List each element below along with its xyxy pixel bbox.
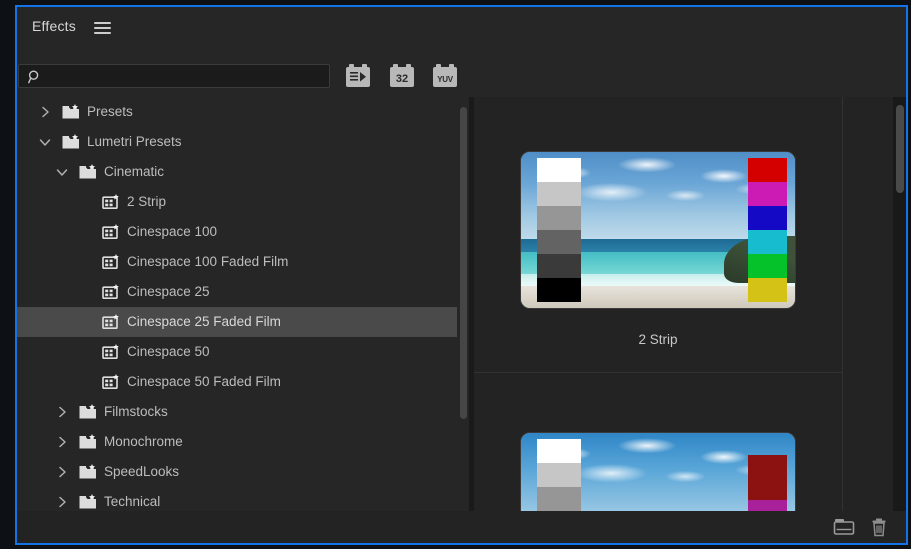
preset-folder-icon	[79, 464, 96, 479]
tree-row-cinespace-25-faded-film[interactable]: Cinespace 25 Faded Film	[17, 307, 457, 337]
preset-item-icon	[102, 374, 119, 390]
filter-label-32: 32	[395, 73, 409, 85]
32bit-color-filter[interactable]: 32	[390, 64, 414, 87]
effects-tree-list: Presets Lumetri Presets Cinematic 2 Strip Ci…	[17, 97, 457, 517]
preset-item-icon	[102, 344, 119, 360]
preset-thumbnail[interactable]	[521, 152, 795, 308]
tree-row-cinespace-25[interactable]: Cinespace 25	[17, 277, 457, 307]
tree-row-label: Cinespace 50 Faded Film	[127, 374, 281, 389]
color-swatch	[748, 158, 787, 183]
effects-tree-pane: Presets Lumetri Presets Cinematic 2 Strip Ci…	[17, 97, 469, 543]
folder-icon	[833, 519, 855, 535]
tree-row-cinematic[interactable]: Cinematic	[17, 157, 457, 187]
preset-folder-icon	[79, 494, 96, 509]
tree-row-label: Cinematic	[104, 164, 165, 179]
gray-swatch	[537, 439, 582, 464]
tree-row-label: Cinespace 25	[127, 284, 210, 299]
tree-row-cinespace-50-faded-film[interactable]: Cinespace 50 Faded Film	[17, 367, 457, 397]
tree-row-cinespace-100[interactable]: Cinespace 100	[17, 217, 457, 247]
tree-row-label: Filmstocks	[104, 404, 168, 419]
preset-folder-icon	[79, 434, 96, 449]
color-swatch	[748, 454, 787, 500]
tree-scrollbar-thumb[interactable]	[460, 107, 467, 419]
preset-item-icon	[102, 194, 119, 210]
filter-label-yuv: YUV	[437, 75, 453, 84]
tree-scrollbar[interactable]	[457, 97, 469, 543]
yuv-color-icon: YUV	[433, 67, 457, 87]
tree-row-label: Cinespace 50	[127, 344, 210, 359]
accelerated-effects-filter[interactable]	[346, 64, 370, 87]
preset-item-icon	[102, 224, 119, 240]
tree-row-cinespace-50[interactable]: Cinespace 50	[17, 337, 457, 367]
color-swatch	[748, 253, 787, 278]
chevron-down-icon[interactable]	[56, 166, 68, 178]
tree-row-speedlooks[interactable]: SpeedLooks	[17, 457, 457, 487]
chevron-down-icon[interactable]	[39, 136, 51, 148]
tree-row-monochrome[interactable]: Monochrome	[17, 427, 457, 457]
effects-panel: Effects 32 YUV Presets Lumetri Presets C…	[15, 5, 908, 545]
tree-row-2-strip[interactable]: 2 Strip	[17, 187, 457, 217]
color-bars-overlay	[748, 158, 787, 302]
tree-row-label: Cinespace 25 Faded Film	[127, 314, 281, 329]
new-custom-bin-button[interactable]	[833, 517, 855, 537]
yuv-filter[interactable]: YUV	[433, 64, 457, 87]
tree-row-label: Cinespace 100 Faded Film	[127, 254, 289, 269]
grayscale-ramp-overlay	[537, 158, 582, 302]
preset-preview-item[interactable]: 2 Strip	[474, 97, 842, 373]
search-row: 32 YUV	[17, 51, 906, 97]
panel-body: Presets Lumetri Presets Cinematic 2 Strip Ci…	[17, 97, 906, 543]
preview-column-divider	[842, 97, 843, 543]
chevron-right-icon[interactable]	[39, 106, 51, 118]
color-swatch	[748, 206, 787, 230]
gray-swatch	[537, 182, 582, 207]
panel-header: Effects	[17, 7, 906, 51]
chevron-right-icon[interactable]	[56, 496, 68, 508]
chevron-right-icon[interactable]	[56, 466, 68, 478]
tree-row-label: Cinespace 100	[127, 224, 218, 239]
preset-folder-icon	[79, 164, 96, 179]
chevron-right-icon[interactable]	[56, 406, 68, 418]
preview-scrollbar-thumb[interactable]	[896, 105, 904, 193]
preset-item-icon	[102, 314, 119, 330]
trash-icon	[872, 518, 886, 537]
preset-folder-icon	[62, 104, 79, 119]
tree-row-label: Presets	[87, 104, 133, 119]
delete-button[interactable]	[868, 517, 890, 537]
gray-swatch	[537, 277, 582, 302]
tree-row-label: 2 Strip	[127, 194, 167, 209]
search-input[interactable]	[47, 65, 322, 87]
tree-row-label: Lumetri Presets	[87, 134, 182, 149]
tree-row-cinespace-100-faded-film[interactable]: Cinespace 100 Faded Film	[17, 247, 457, 277]
gray-swatch	[537, 253, 582, 278]
tab-effects[interactable]: Effects	[32, 18, 76, 34]
chevron-right-icon[interactable]	[56, 436, 68, 448]
gray-swatch	[537, 206, 582, 230]
preset-folder-icon	[79, 404, 96, 419]
preview-scrollbar[interactable]	[893, 97, 906, 543]
preset-item-icon	[102, 284, 119, 300]
tree-row-presets[interactable]: Presets	[17, 97, 457, 127]
tree-row-filmstocks[interactable]: Filmstocks	[17, 397, 457, 427]
preset-caption: 2 Strip	[638, 332, 678, 347]
gray-swatch	[537, 463, 582, 488]
gray-swatch	[537, 487, 582, 511]
hamburger-menu-icon[interactable]	[94, 22, 111, 35]
color-swatch	[748, 182, 787, 207]
search-field[interactable]	[18, 64, 330, 88]
32-bit-color-icon: 32	[390, 67, 414, 87]
bottom-toolbar	[17, 511, 906, 543]
preset-item-icon	[102, 254, 119, 270]
color-swatch	[748, 277, 787, 302]
preset-preview-pane: 2 Strip	[474, 97, 906, 543]
gray-swatch	[537, 158, 582, 183]
tree-row-label: SpeedLooks	[104, 464, 180, 479]
tree-row-lumetri-presets[interactable]: Lumetri Presets	[17, 127, 457, 157]
preset-folder-icon	[62, 134, 79, 149]
search-icon	[28, 70, 39, 84]
gray-swatch	[537, 230, 582, 254]
accelerated-effects-icon	[346, 67, 370, 87]
color-swatch	[748, 230, 787, 254]
tree-row-label: Monochrome	[104, 434, 183, 449]
